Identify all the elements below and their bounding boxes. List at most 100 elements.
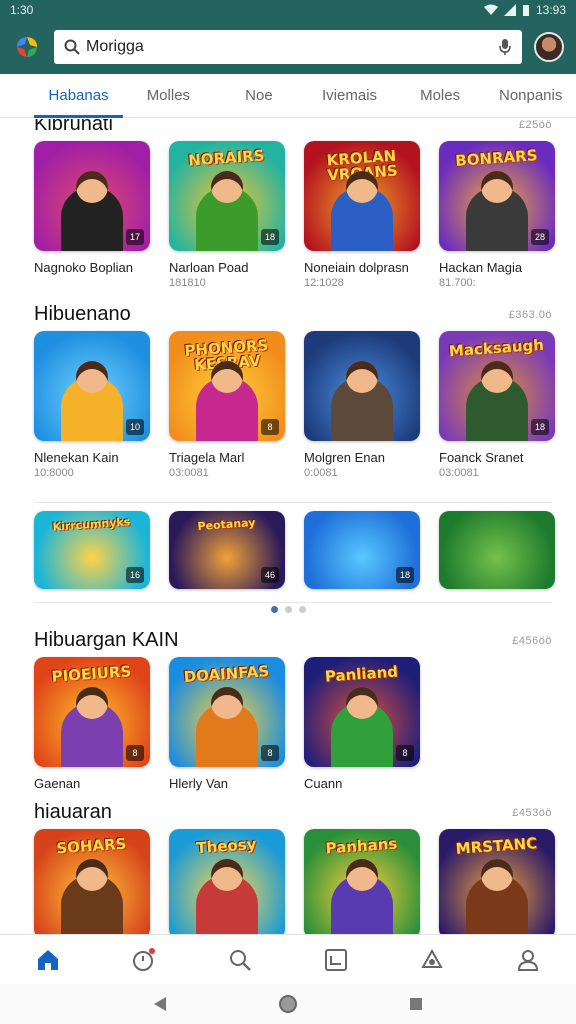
avatar[interactable]: [534, 32, 564, 62]
nav-profile-button[interactable]: [508, 940, 548, 980]
game-thumbnail[interactable]: Panhans: [304, 829, 420, 934]
nav-library-button[interactable]: [316, 940, 356, 980]
section-title: Kibrunati: [34, 119, 113, 135]
carousel-dots: [0, 606, 576, 613]
main-content: Kibrunati £25öö 17 Nagnoko Boplian NORAIRS 18…: [0, 119, 576, 934]
nav-recycle-button[interactable]: [412, 940, 452, 980]
see-more-link[interactable]: £363.0ö: [509, 309, 552, 321]
character-figure: [331, 859, 393, 934]
rating-badge: 17: [126, 229, 144, 245]
nav-home-button[interactable]: [28, 940, 68, 980]
recents-icon[interactable]: [408, 996, 424, 1012]
game-thumbnail[interactable]: KROLAN VROANS: [304, 141, 420, 251]
carousel-card[interactable]: 18: [304, 511, 420, 589]
rating-badge: 8: [261, 419, 279, 435]
game-thumbnail[interactable]: Theosy: [169, 829, 285, 934]
game-thumbnail[interactable]: SOHARS: [34, 829, 150, 934]
game-thumbnail[interactable]: 17: [34, 141, 150, 251]
game-title: Noneiain dolprasn: [304, 260, 409, 275]
tab-5[interactable]: Nonpanis: [485, 74, 576, 117]
game-card[interactable]: KROLAN VROANS Noneiain dolprasn 12:1028: [304, 141, 420, 289]
character-figure: [331, 171, 393, 251]
search-icon: [64, 39, 80, 55]
game-meta: 12:1028: [304, 277, 344, 289]
game-card[interactable]: PIOEIURS 8 Gaenan: [34, 657, 150, 791]
game-card[interactable]: Panliand 8 Cuann: [304, 657, 420, 791]
rating-badge: 8: [396, 745, 414, 761]
home-circle-icon[interactable]: [278, 994, 298, 1014]
app-logo-icon[interactable]: [12, 32, 42, 62]
game-thumbnail[interactable]: 18: [304, 511, 420, 589]
search-input[interactable]: [86, 38, 492, 56]
home-icon: [38, 949, 58, 970]
game-meta: 81.700:: [439, 277, 476, 289]
game-meta: 03:0081: [169, 467, 209, 479]
carousel-card[interactable]: Peotanay 46: [169, 511, 285, 589]
game-card[interactable]: 10 Nlenekan Kain 10:8000: [34, 331, 150, 479]
game-card[interactable]: NORAIRS 18 Narloan Poad 181810: [169, 141, 285, 289]
game-thumbnail[interactable]: Macksaugh 18: [439, 331, 555, 441]
game-card[interactable]: Macksaugh 18 Foanck Sranet 03:0081: [439, 331, 555, 479]
timer-icon: [133, 947, 155, 971]
app-bar: [0, 20, 576, 74]
carousel-dot[interactable]: [298, 606, 306, 613]
profile-icon: [517, 949, 539, 971]
section-title: Hibuenano: [34, 303, 131, 325]
game-card[interactable]: Theosy: [169, 829, 285, 934]
game-thumbnail[interactable]: PIOEIURS 8: [34, 657, 150, 767]
game-title: Nagnoko Boplian: [34, 260, 134, 275]
game-card[interactable]: PHONORS KESRAV8 Triagela Marl 03:0081: [169, 331, 285, 479]
see-more-link[interactable]: £453öö: [512, 807, 552, 819]
mic-icon[interactable]: [498, 38, 512, 56]
game-thumbnail[interactable]: NORAIRS 18: [169, 141, 285, 251]
game-title: Triagela Marl: [169, 450, 245, 465]
game-card[interactable]: DOAINFAS 8 Hlerly Van: [169, 657, 285, 791]
game-thumbnail[interactable]: Kirrcumnyks 16: [34, 511, 150, 589]
game-thumbnail[interactable]: MRSTANC: [439, 829, 555, 934]
category-tabs: Habanas Molles Noe Iviemais Moles Nonpanis: [0, 74, 576, 118]
game-thumbnail[interactable]: Panliand 8: [304, 657, 420, 767]
section-divider: [34, 602, 552, 603]
game-logo-text: Peotanay: [197, 516, 256, 534]
tab-3[interactable]: Iviemais: [304, 74, 395, 117]
section-header: hiauaran £453öö: [34, 801, 552, 824]
back-icon[interactable]: [152, 996, 168, 1012]
character-figure: [466, 859, 528, 934]
game-thumbnail[interactable]: [304, 331, 420, 441]
game-card[interactable]: SOHARS: [34, 829, 150, 934]
game-card[interactable]: Molgren Enan 0:0081: [304, 331, 420, 479]
game-title: Nlenekan Kain: [34, 450, 119, 465]
game-card[interactable]: MRSTANC: [439, 829, 555, 934]
game-card[interactable]: BONRARS 28 Hackan Magia 81.700:: [439, 141, 555, 289]
nav-search-button[interactable]: [220, 940, 260, 980]
game-title: Foanck Sranet: [439, 450, 524, 465]
tab-2[interactable]: Noe: [214, 74, 305, 117]
game-thumbnail[interactable]: [439, 511, 555, 589]
see-more-link[interactable]: £25öö: [519, 119, 552, 131]
rating-badge: 16: [126, 567, 144, 583]
character-figure: [466, 171, 528, 251]
system-navigation: [0, 984, 576, 1024]
tab-4[interactable]: Moles: [395, 74, 486, 117]
game-meta: 10:8000: [34, 467, 74, 479]
character-figure: [61, 361, 123, 441]
status-clock: 13:93: [535, 3, 566, 17]
carousel-card[interactable]: [439, 511, 555, 589]
game-thumbnail[interactable]: DOAINFAS 8: [169, 657, 285, 767]
game-card[interactable]: Panhans: [304, 829, 420, 934]
carousel-card[interactable]: Kirrcumnyks 16: [34, 511, 150, 589]
game-thumbnail[interactable]: Peotanay 46: [169, 511, 285, 589]
search-bar[interactable]: [54, 30, 522, 64]
carousel-dot[interactable]: [284, 606, 292, 613]
game-thumbnail[interactable]: 10: [34, 331, 150, 441]
character-figure: [196, 859, 258, 934]
tab-0[interactable]: Habanas: [34, 74, 124, 118]
nav-timer-button[interactable]: [124, 940, 164, 980]
character-figure: [61, 859, 123, 934]
game-card[interactable]: 17 Nagnoko Boplian: [34, 141, 150, 277]
game-thumbnail[interactable]: BONRARS 28: [439, 141, 555, 251]
see-more-link[interactable]: £456öö: [512, 635, 552, 647]
tab-1[interactable]: Molles: [123, 74, 214, 117]
carousel-dot[interactable]: [270, 606, 278, 613]
game-thumbnail[interactable]: PHONORS KESRAV8: [169, 331, 285, 441]
